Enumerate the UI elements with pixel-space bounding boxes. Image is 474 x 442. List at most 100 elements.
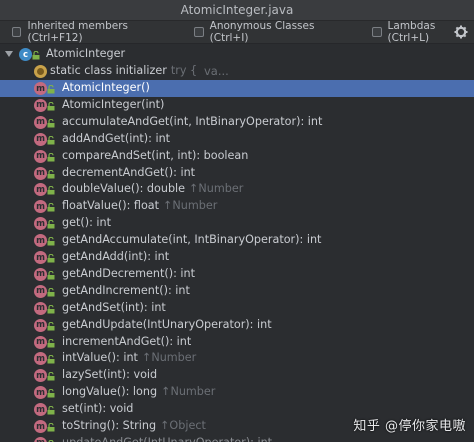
method-name: getAndIncrement(): int xyxy=(62,283,190,297)
method-row[interactable]: m decrementAndGet(): int xyxy=(0,165,474,182)
static-initializer-icon xyxy=(34,65,47,78)
inherited-members-checkbox[interactable] xyxy=(12,27,22,37)
inherited-from-hint: ↑Number xyxy=(161,385,216,399)
lock-open-icon xyxy=(47,237,55,246)
lock-open-icon xyxy=(47,152,55,162)
inherited-from-hint: ↑Object xyxy=(160,419,206,432)
method-icon: m xyxy=(34,267,47,281)
method-row[interactable]: m getAndAccumulate(int, IntBinaryOperator… xyxy=(0,232,474,249)
method-name: accumulateAndGet(int, IntBinaryOperator)… xyxy=(62,114,323,128)
method-name: intValue(): int ↑Number xyxy=(62,351,197,365)
lock-open-icon xyxy=(32,51,40,60)
method-icon: m xyxy=(34,200,47,214)
method-icon: m xyxy=(34,82,47,95)
static-initializer-text: static class initializer try { xyxy=(50,64,197,77)
window-title-bar: AtomicInteger.java xyxy=(0,0,474,21)
method-name: doubleValue(): double ↑Number xyxy=(62,182,244,196)
method-row[interactable]: m lazySet(int): void xyxy=(0,367,474,384)
method-icon: m xyxy=(34,132,47,146)
method-icon: m xyxy=(34,251,47,264)
method-icon: m xyxy=(34,369,47,383)
method-icon: m xyxy=(34,98,47,112)
method-name: lazySet(int): void xyxy=(62,368,158,382)
lock-open-icon xyxy=(47,423,55,432)
method-icon: m xyxy=(34,166,47,180)
method-icon: m xyxy=(34,183,47,197)
method-row[interactable]: m getAndAdd(int): int xyxy=(0,249,474,266)
method-name: getAndAdd(int): int xyxy=(62,250,170,263)
method-icon: m xyxy=(34,352,47,366)
lock-open-icon xyxy=(47,254,55,263)
static-initializer-label: static class initializer xyxy=(50,64,167,77)
inherited-members-toggle[interactable]: Inherited members (Ctrl+F12) xyxy=(12,20,176,44)
method-row[interactable]: m compareAndSet(int, int): boolean xyxy=(0,148,474,165)
inherited-from-hint: ↑Number xyxy=(189,182,244,196)
method-row[interactable]: m getAndSet(int): int xyxy=(0,300,474,317)
method-name: getAndDecrement(): int xyxy=(62,266,195,280)
anonymous-classes-toggle[interactable]: Anonymous Classes (Ctrl+I) xyxy=(194,20,347,44)
method-icon: m xyxy=(34,403,47,417)
gear-icon[interactable] xyxy=(454,25,468,39)
method-name: longValue(): long ↑Number xyxy=(62,385,216,399)
method-icon: m xyxy=(34,115,47,129)
structure-tree[interactable]: c AtomicInteger static class initializer… xyxy=(0,44,474,442)
method-row[interactable]: m longValue(): long ↑Number xyxy=(0,384,474,401)
lock-open-icon xyxy=(47,85,55,94)
method-name: AtomicInteger(int) xyxy=(62,97,165,111)
method-row[interactable]: m AtomicInteger(int) xyxy=(0,97,474,114)
anonymous-classes-label: Anonymous Classes (Ctrl+I) xyxy=(209,20,315,44)
method-row[interactable]: m updateAndGet(IntUnaryOperator): int xyxy=(0,435,474,442)
method-row[interactable]: m getAndUpdate(IntUnaryOperator): int xyxy=(0,317,474,334)
static-initializer-row[interactable]: static class initializer try { va... xyxy=(0,63,474,80)
method-icon: m xyxy=(34,217,47,231)
method-row[interactable]: m accumulateAndGet(int, IntBinaryOperator… xyxy=(0,114,474,131)
structure-toolbar: Inherited members (Ctrl+F12) Anonymous C… xyxy=(0,20,474,44)
method-name: AtomicInteger() xyxy=(62,81,150,94)
method-row[interactable]: m intValue(): int ↑Number xyxy=(0,350,474,367)
method-row[interactable]: m incrementAndGet(): int xyxy=(0,334,474,351)
window-title: AtomicInteger.java xyxy=(180,3,294,17)
method-row[interactable]: m floatValue(): float ↑Number xyxy=(0,198,474,215)
method-icon: m xyxy=(34,318,47,332)
method-row[interactable]: m getAndDecrement(): int xyxy=(0,266,474,283)
method-name: addAndGet(int): int xyxy=(62,131,171,145)
method-name: decrementAndGet(): int xyxy=(62,165,196,179)
lock-open-icon xyxy=(47,372,55,381)
expand-arrow-icon[interactable] xyxy=(5,51,13,57)
static-initializer-hint-tail: va... xyxy=(204,64,229,78)
lock-open-icon xyxy=(47,304,55,314)
lock-open-icon xyxy=(47,270,55,280)
lock-open-icon xyxy=(47,101,55,111)
method-row[interactable]: m addAndGet(int): int xyxy=(0,131,474,148)
inherited-members-label: Inherited members (Ctrl+F12) xyxy=(27,20,128,44)
root-class-name: AtomicInteger xyxy=(46,47,126,60)
lock-open-icon xyxy=(47,186,55,195)
lock-open-icon xyxy=(47,321,55,331)
tree-root-row[interactable]: c AtomicInteger xyxy=(0,46,474,63)
anonymous-classes-checkbox[interactable] xyxy=(194,27,204,37)
method-name: compareAndSet(int, int): boolean xyxy=(62,148,249,162)
method-name: set(int): void xyxy=(62,402,134,416)
method-row[interactable]: m AtomicInteger() xyxy=(0,80,474,97)
class-icon: c xyxy=(19,48,32,61)
lock-open-icon xyxy=(47,203,55,212)
method-row[interactable]: m get(): int xyxy=(0,215,474,232)
lock-open-icon xyxy=(47,220,55,229)
method-name: incrementAndGet(): int xyxy=(62,334,192,348)
method-name: get(): int xyxy=(62,216,112,230)
method-icon: m xyxy=(34,149,47,163)
method-icon: m xyxy=(34,301,47,315)
method-icon: m xyxy=(34,436,47,442)
method-icon: m xyxy=(34,234,47,248)
inherited-from-hint: ↑Number xyxy=(163,199,218,213)
method-name: floatValue(): float ↑Number xyxy=(62,199,218,213)
method-name: getAndUpdate(IntUnaryOperator): int xyxy=(62,317,272,331)
method-icon: m xyxy=(34,284,47,298)
lambdas-checkbox[interactable] xyxy=(372,27,382,37)
method-row[interactable]: m doubleValue(): double ↑Number xyxy=(0,181,474,198)
method-row[interactable]: m getAndIncrement(): int xyxy=(0,283,474,300)
lock-open-icon xyxy=(47,135,55,145)
watermark: 知乎 @停你家电嗷 xyxy=(353,419,466,434)
lock-open-icon xyxy=(47,287,55,297)
lock-open-icon xyxy=(47,169,55,178)
